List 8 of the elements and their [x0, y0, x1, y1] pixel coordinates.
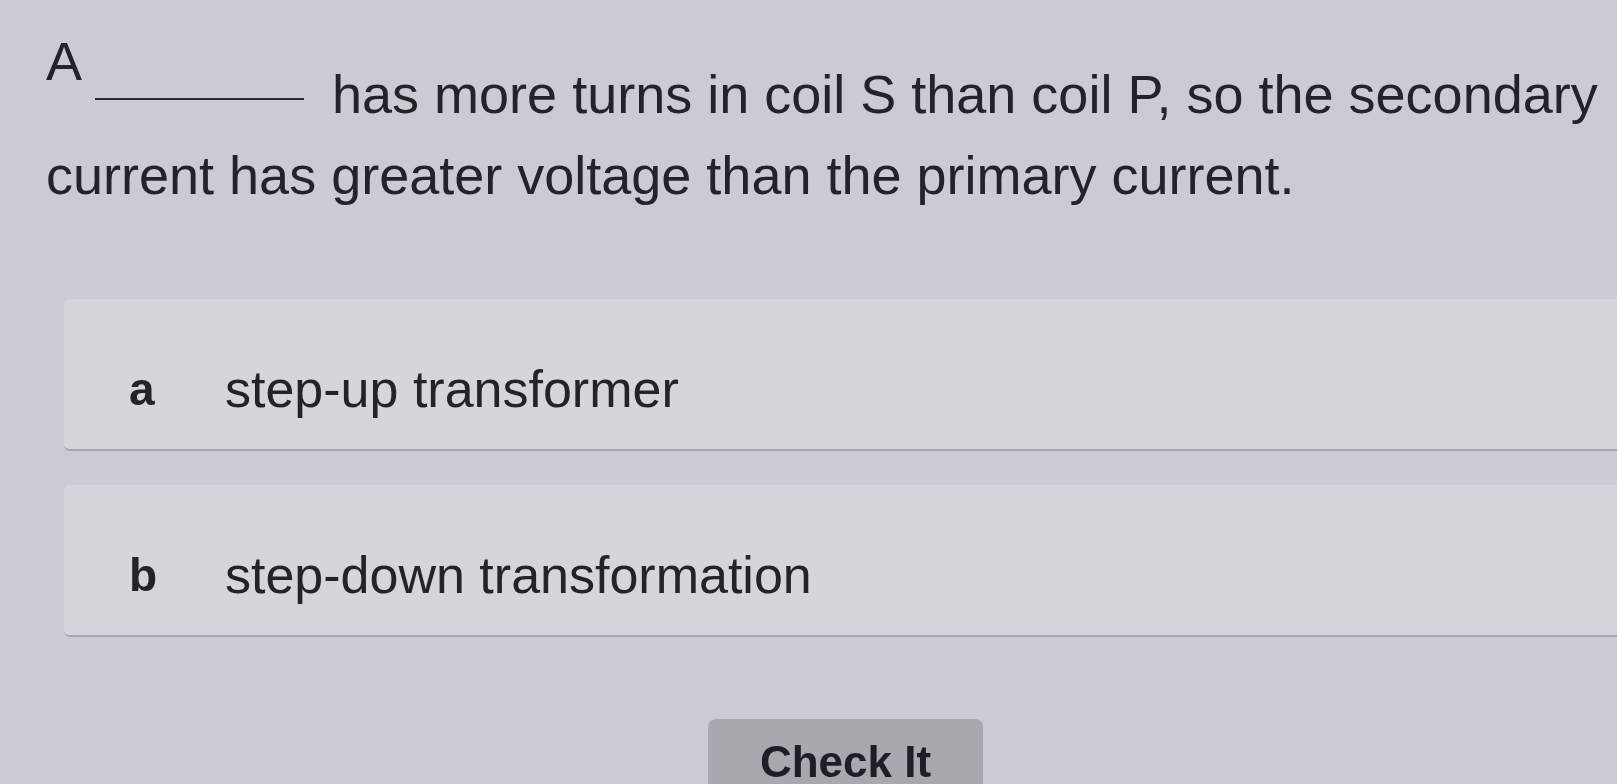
answer-option[interactable]: b step-down transformation: [64, 485, 1617, 637]
check-it-button[interactable]: Check It: [708, 719, 983, 784]
question-text: current has greater voltage than the primary current.: [46, 145, 1295, 205]
option-letter: b: [129, 552, 159, 598]
answer-option[interactable]: a step-up transformer: [64, 299, 1617, 451]
option-letter: a: [129, 366, 156, 412]
question-text: has more turns in coil S than coil P, so the secondary: [332, 64, 1598, 124]
question-prefix: A: [46, 31, 83, 91]
